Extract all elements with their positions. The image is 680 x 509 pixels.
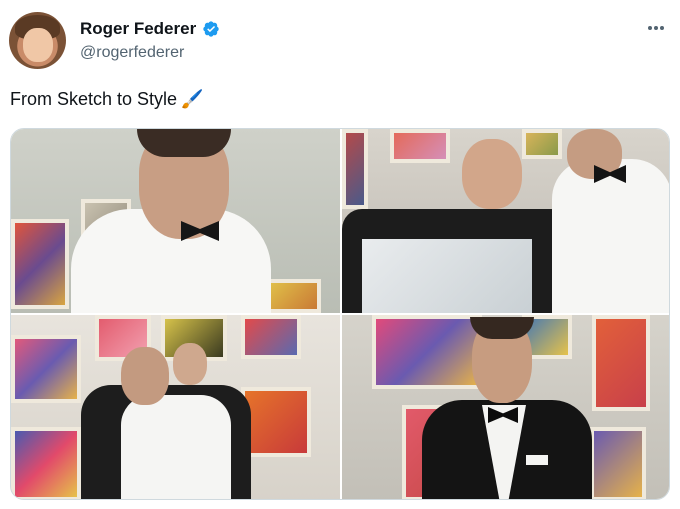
more-options-icon[interactable] bbox=[645, 18, 667, 38]
verified-badge-icon[interactable] bbox=[202, 20, 220, 38]
avatar-face bbox=[23, 28, 53, 62]
face bbox=[121, 347, 169, 405]
tweet-text-content: From Sketch to Style bbox=[10, 89, 178, 109]
media-grid bbox=[10, 128, 670, 500]
face bbox=[173, 343, 207, 385]
pocket-square bbox=[526, 455, 548, 465]
wall-artwork bbox=[372, 315, 482, 389]
wall-artwork bbox=[11, 335, 81, 403]
author-name-row: Roger Federer bbox=[80, 19, 220, 39]
more-dot bbox=[648, 26, 652, 30]
wall-artwork bbox=[241, 387, 311, 457]
wall-artwork bbox=[241, 315, 301, 359]
sketched-lining bbox=[362, 239, 532, 313]
more-dot bbox=[654, 26, 658, 30]
wall-artwork bbox=[522, 129, 562, 159]
more-dot bbox=[660, 26, 664, 30]
white-shirt bbox=[552, 159, 669, 313]
wall-artwork bbox=[342, 129, 368, 209]
paintbrush-emoji-icon: 🖌️ bbox=[181, 89, 204, 109]
photo-3[interactable] bbox=[11, 315, 340, 499]
white-shirt bbox=[121, 395, 231, 499]
hair bbox=[137, 129, 231, 157]
wall-artwork bbox=[390, 129, 450, 163]
tweet-text: From Sketch to Style 🖌️ bbox=[10, 89, 203, 110]
wall-artwork bbox=[592, 315, 650, 411]
tweet-card: Roger Federer @rogerfederer From Sketch … bbox=[0, 0, 680, 509]
face bbox=[462, 139, 522, 209]
avatar[interactable] bbox=[9, 12, 66, 69]
photo-2[interactable] bbox=[342, 129, 669, 313]
wall-artwork bbox=[11, 427, 81, 499]
photo-1[interactable] bbox=[11, 129, 340, 313]
wall-artwork bbox=[590, 427, 646, 499]
wall-artwork bbox=[11, 219, 69, 309]
author-handle[interactable]: @rogerfederer bbox=[80, 44, 184, 62]
author-display-name[interactable]: Roger Federer bbox=[80, 19, 196, 39]
photo-4[interactable] bbox=[342, 315, 669, 499]
